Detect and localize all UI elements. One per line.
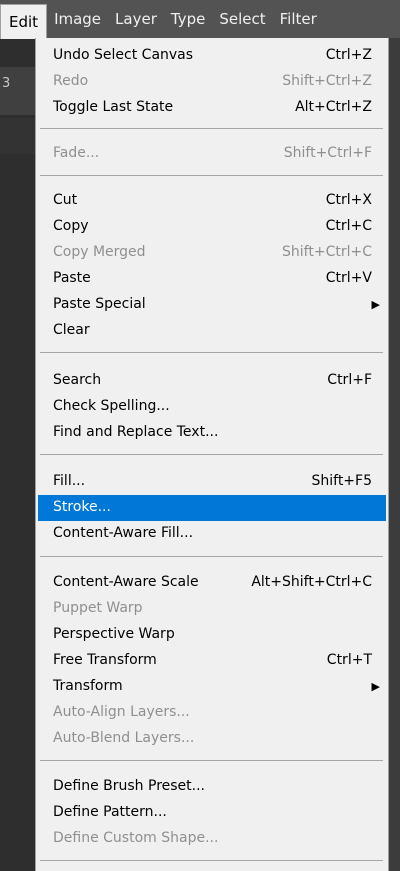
menu-item-shortcut: Ctrl+F — [327, 372, 372, 388]
menu-item-shortcut: Ctrl+V — [325, 270, 372, 286]
app-background-right — [389, 38, 400, 871]
menu-item-redo[interactable]: Redo Shift+Ctrl+Z — [38, 69, 386, 95]
menu-item-label: Transform — [53, 678, 123, 694]
menu-item-shortcut: Ctrl+C — [325, 218, 372, 234]
menu-separator — [40, 760, 383, 761]
menu-image[interactable]: Image — [47, 0, 108, 38]
menu-separator — [40, 352, 383, 353]
menu-filter[interactable]: Filter — [273, 0, 324, 38]
menu-item-label: Puppet Warp — [53, 600, 143, 616]
menu-item-check-spelling[interactable]: Check Spelling... — [38, 394, 386, 420]
menu-item-search[interactable]: Search Ctrl+F — [38, 368, 386, 394]
menu-item-label: Cut — [53, 192, 78, 208]
menu-item-shortcut: Alt+Shift+Ctrl+C — [251, 574, 372, 590]
menu-item-shortcut: Ctrl+Z — [325, 47, 372, 63]
menu-item-label: Check Spelling... — [53, 398, 170, 414]
menu-bar: Edit Image Layer Type Select Filter — [0, 0, 400, 39]
menu-item-paste[interactable]: Paste Ctrl+V — [38, 266, 386, 292]
menu-item-label: Search — [53, 372, 102, 388]
menu-separator — [40, 556, 383, 557]
menu-item-label: Free Transform — [53, 652, 157, 668]
menu-item-shortcut: Shift+Ctrl+F — [283, 145, 372, 161]
menu-item-content-aware-fill[interactable]: Content-Aware Fill... — [38, 521, 386, 547]
menu-item-shortcut: Ctrl+X — [325, 192, 372, 208]
menu-item-label: Find and Replace Text... — [53, 424, 219, 440]
menu-item-label: Paste — [53, 270, 91, 286]
menu-item-toggle-last-state[interactable]: Toggle Last State Alt+Ctrl+Z — [38, 95, 386, 121]
menu-select[interactable]: Select — [212, 0, 272, 38]
menu-item-label: Define Custom Shape... — [53, 830, 219, 846]
menu-item-label: Define Pattern... — [53, 804, 167, 820]
menu-item-find-replace[interactable]: Find and Replace Text... — [38, 420, 386, 446]
menu-item-shortcut: Alt+Ctrl+Z — [295, 99, 372, 115]
menu-item-define-pattern[interactable]: Define Pattern... — [38, 800, 386, 826]
menu-item-label: Redo — [53, 73, 89, 89]
menu-item-label: Copy Merged — [53, 244, 146, 260]
photoshop-window: 3 Edit Image Layer Type Select Filter Un… — [0, 0, 400, 871]
menu-item-fill[interactable]: Fill... Shift+F5 — [38, 469, 386, 495]
menu-item-label: Content-Aware Scale — [53, 574, 199, 590]
menu-item-define-custom-shape[interactable]: Define Custom Shape... — [38, 826, 386, 852]
menu-item-transform[interactable]: Transform ▶ — [38, 674, 386, 700]
menu-item-content-aware-scale[interactable]: Content-Aware Scale Alt+Shift+Ctrl+C — [38, 570, 386, 596]
menu-item-label: Copy — [53, 218, 89, 234]
menu-separator — [40, 454, 383, 455]
menu-edit[interactable]: Edit — [0, 3, 48, 39]
menu-item-define-brush-preset[interactable]: Define Brush Preset... — [38, 774, 386, 800]
tab-band — [0, 118, 35, 154]
menu-item-stroke[interactable]: Stroke... — [38, 495, 386, 521]
partial-tab-label: 3 — [2, 76, 11, 91]
menu-item-label: Stroke... — [53, 499, 111, 515]
menu-item-undo[interactable]: Undo Select Canvas Ctrl+Z — [38, 43, 386, 69]
menu-item-copy[interactable]: Copy Ctrl+C — [38, 214, 386, 240]
menu-item-label: Toggle Last State — [53, 99, 174, 115]
menu-item-shortcut: Shift+F5 — [311, 473, 372, 489]
menu-item-clear[interactable]: Clear — [38, 318, 386, 344]
menu-item-paste-special[interactable]: Paste Special ▶ — [38, 292, 386, 318]
menu-item-free-transform[interactable]: Free Transform Ctrl+T — [38, 648, 386, 674]
menu-layer[interactable]: Layer — [108, 0, 164, 38]
menu-item-auto-blend-layers[interactable]: Auto-Blend Layers... — [38, 726, 386, 752]
menu-item-label: Content-Aware Fill... — [53, 525, 194, 541]
menu-type[interactable]: Type — [164, 0, 212, 38]
menu-item-shortcut: Shift+Ctrl+C — [282, 244, 372, 260]
menu-item-perspective-warp[interactable]: Perspective Warp — [38, 622, 386, 648]
menu-separator — [40, 128, 383, 129]
menu-item-label: Fade... — [53, 145, 100, 161]
menu-item-label: Undo Select Canvas — [53, 47, 194, 63]
menu-item-auto-align-layers[interactable]: Auto-Align Layers... — [38, 700, 386, 726]
menu-item-label: Perspective Warp — [53, 626, 175, 642]
chevron-right-icon: ▶ — [371, 680, 380, 693]
menu-item-label: Paste Special — [53, 296, 146, 312]
chevron-right-icon: ▶ — [371, 298, 380, 311]
menu-separator — [40, 860, 383, 861]
menu-item-shortcut: Ctrl+T — [326, 652, 372, 668]
menu-item-cut[interactable]: Cut Ctrl+X — [38, 188, 386, 214]
menu-item-label: Auto-Blend Layers... — [53, 730, 195, 746]
menu-item-copy-merged[interactable]: Copy Merged Shift+Ctrl+C — [38, 240, 386, 266]
menu-item-label: Clear — [53, 322, 90, 338]
app-background-strip: 3 — [0, 0, 35, 871]
menu-item-fade[interactable]: Fade... Shift+Ctrl+F — [38, 141, 386, 167]
edit-menu-dropdown: Undo Select Canvas Ctrl+Z Redo Shift+Ctr… — [35, 38, 389, 871]
options-bar-band — [0, 67, 35, 115]
menu-item-label: Define Brush Preset... — [53, 778, 206, 794]
menu-item-shortcut: Shift+Ctrl+Z — [282, 73, 372, 89]
menu-item-label: Auto-Align Layers... — [53, 704, 190, 720]
menu-item-puppet-warp[interactable]: Puppet Warp — [38, 596, 386, 622]
menu-separator — [40, 175, 383, 176]
menu-item-label: Fill... — [53, 473, 86, 489]
